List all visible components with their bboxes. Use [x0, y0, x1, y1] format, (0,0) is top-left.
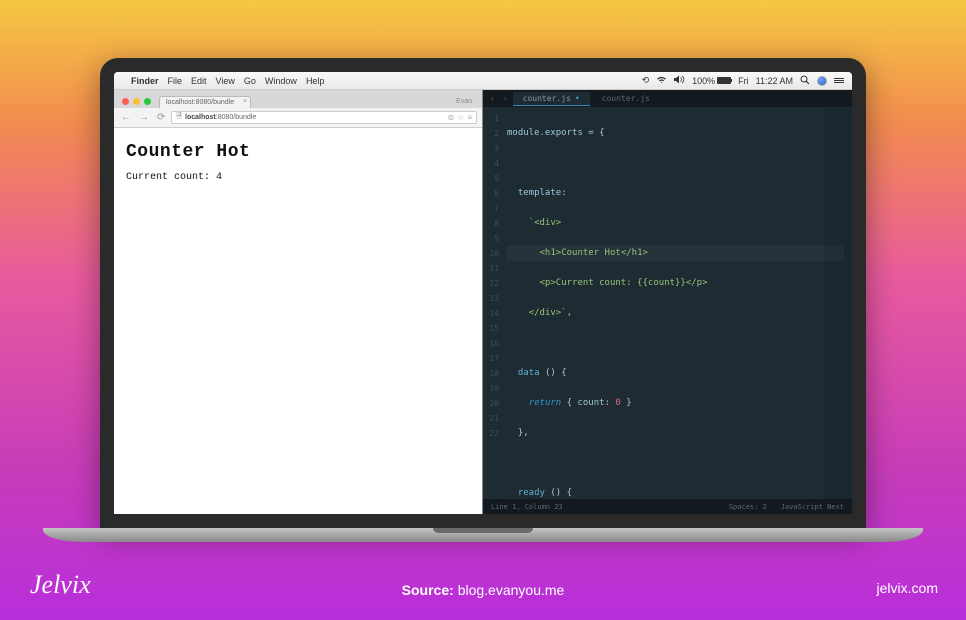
- url-domain: localhost: [185, 114, 216, 121]
- counter-value: 4: [216, 172, 222, 183]
- nav-reload-button[interactable]: ⟳: [155, 112, 167, 123]
- window-close-button[interactable]: [122, 98, 129, 105]
- url-path: :8080/bundle: [216, 114, 256, 121]
- line-gutter: 12345678910111213141516171819202122: [483, 107, 505, 499]
- site-url: jelvix.com: [877, 580, 938, 596]
- code-editor: ‹ › counter.js• counter.js 1234567891011…: [483, 90, 852, 514]
- editor-tabbar: ‹ › counter.js• counter.js: [483, 90, 852, 107]
- menubar-time[interactable]: 11:22 AM: [756, 76, 793, 86]
- status-spaces[interactable]: Spaces: 2: [729, 503, 767, 511]
- page-viewport: Counter Hot Current count: 4: [114, 128, 482, 514]
- window-maximize-button[interactable]: [144, 98, 151, 105]
- browser-toolbar: ← → ⟳ 🗎 localhost:8080/bundle ⊜ ☆ ≡: [114, 108, 482, 128]
- bookmark-icon[interactable]: ☆: [457, 113, 464, 122]
- editor-nav-forward-icon[interactable]: ›: [500, 94, 511, 103]
- wifi-icon[interactable]: [656, 76, 667, 86]
- brand-logo: Jelvix: [30, 570, 91, 600]
- laptop-frame: Finder File Edit View Go Window Help ⟲: [100, 58, 866, 548]
- menu-go[interactable]: Go: [244, 76, 256, 86]
- menubar-day[interactable]: Fri: [738, 76, 749, 86]
- menu-edit[interactable]: Edit: [191, 76, 207, 86]
- notification-center-icon[interactable]: [834, 78, 844, 83]
- minimap[interactable]: [824, 107, 852, 499]
- editor-nav-back-icon[interactable]: ‹: [487, 94, 498, 103]
- browser-window: localhost:8080/bundle × Evan ← → ⟳ 🗎 loc…: [114, 90, 483, 514]
- browser-tab[interactable]: localhost:8080/bundle ×: [159, 96, 251, 108]
- menu-window[interactable]: Window: [265, 76, 297, 86]
- editor-tab-active[interactable]: counter.js•: [513, 92, 590, 106]
- status-language[interactable]: JavaScript Next: [781, 503, 844, 511]
- window-minimize-button[interactable]: [133, 98, 140, 105]
- tab-title: localhost:8080/bundle: [166, 99, 234, 106]
- browser-tabstrip: localhost:8080/bundle × Evan: [114, 90, 482, 108]
- urlbar-menu-icon[interactable]: ≡: [467, 113, 472, 122]
- reader-icon[interactable]: ⊜: [447, 113, 454, 122]
- source-attribution: Source: blog.evanyou.me: [402, 582, 565, 598]
- page-heading: Counter Hot: [126, 142, 470, 162]
- menu-file[interactable]: File: [168, 76, 183, 86]
- editor-statusbar: Line 1, Column 23 Spaces: 2 JavaScript N…: [483, 499, 852, 514]
- spotlight-icon[interactable]: [800, 75, 810, 87]
- code-area[interactable]: module.exports = { template: `<div> <h1>…: [505, 107, 852, 499]
- app-name[interactable]: Finder: [131, 76, 159, 86]
- url-file-icon: 🗎: [176, 112, 182, 123]
- macos-menubar: Finder File Edit View Go Window Help ⟲: [114, 72, 852, 90]
- address-bar[interactable]: 🗎 localhost:8080/bundle ⊜ ☆ ≡: [171, 111, 477, 124]
- nav-forward-button[interactable]: →: [137, 112, 151, 123]
- siri-icon[interactable]: [817, 76, 827, 86]
- battery-indicator[interactable]: 100%: [692, 76, 731, 86]
- battery-percent: 100%: [692, 76, 715, 86]
- status-position[interactable]: Line 1, Column 23: [491, 503, 563, 511]
- menu-help[interactable]: Help: [306, 76, 325, 86]
- nav-back-button[interactable]: ←: [119, 112, 133, 123]
- tab-close-icon[interactable]: ×: [243, 98, 247, 105]
- editor-tab-inactive[interactable]: counter.js: [592, 92, 660, 105]
- volume-icon[interactable]: [674, 75, 685, 86]
- browser-user-label[interactable]: Evan: [456, 98, 472, 105]
- sync-icon[interactable]: ⟲: [642, 75, 650, 86]
- counter-paragraph: Current count: 4: [126, 172, 470, 183]
- menu-view[interactable]: View: [216, 76, 235, 86]
